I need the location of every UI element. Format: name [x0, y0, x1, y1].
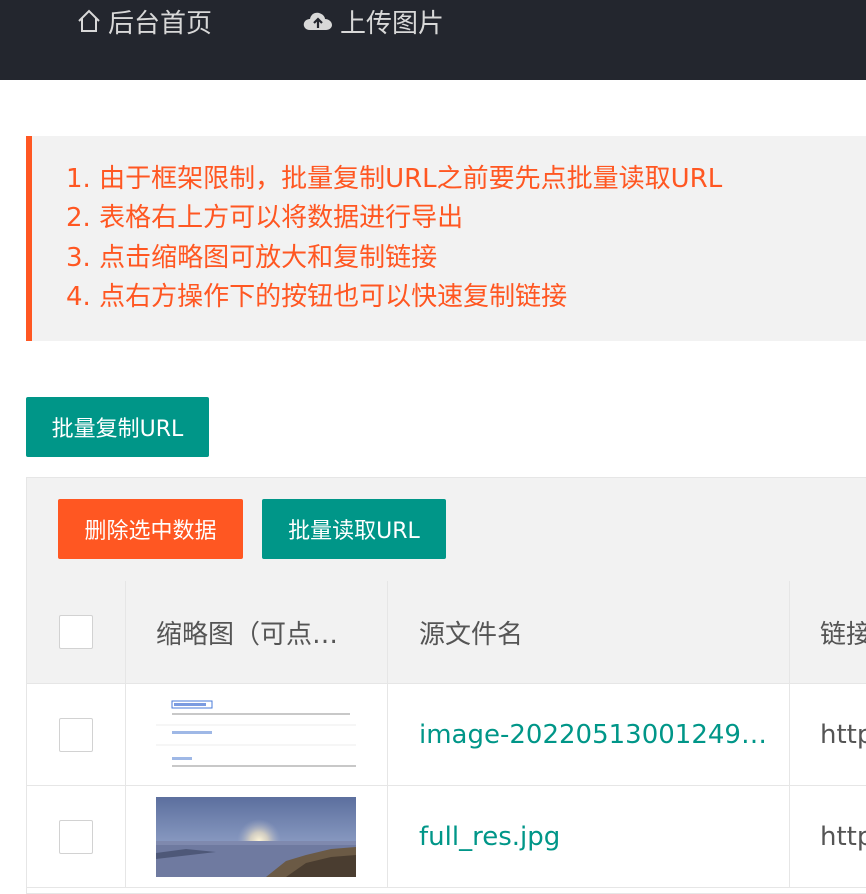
batch-copy-url-button[interactable]: 批量复制URL: [26, 397, 209, 457]
top-navbar: 后台首页 上传图片: [0, 0, 866, 80]
table-row: image-20220513001249… http: [27, 684, 866, 786]
nav-home[interactable]: 后台首页: [76, 0, 212, 42]
delete-selected-button[interactable]: 删除选中数据: [58, 499, 243, 559]
row-checkbox[interactable]: [59, 717, 93, 752]
thumbnail-image[interactable]: [156, 796, 356, 877]
notice-line-2: 2. 表格右上方可以将数据进行导出: [66, 203, 464, 233]
file-url: http: [820, 821, 866, 852]
home-icon: [76, 8, 102, 34]
notice-line-4: 4. 点右方操作下的按钮也可以快速复制链接: [66, 282, 568, 312]
header-thumbnail: 缩略图（可点…: [126, 581, 388, 683]
select-all-checkbox[interactable]: [59, 615, 93, 649]
header-check-cell: [27, 581, 126, 683]
column-header-link: 链接: [820, 619, 866, 650]
row-check-cell: [27, 684, 126, 785]
link-cell: http: [790, 786, 866, 887]
table-header: 缩略图（可点… 源文件名 链接: [27, 581, 866, 684]
row-checkbox[interactable]: [59, 819, 93, 854]
notice-line-1: 1. 由于框架限制，批量复制URL之前要先点批量读取URL: [66, 164, 723, 194]
image-table: 删除选中数据 批量读取URL 缩略图（可点… 源文件名 链接: [26, 477, 866, 894]
table-row: full_res.jpg http: [27, 786, 866, 888]
batch-read-url-button[interactable]: 批量读取URL: [262, 499, 446, 559]
file-name-link[interactable]: full_res.jpg: [419, 822, 560, 852]
thumbnail-cell: [126, 684, 388, 785]
notice-line-3: 3. 点击缩略图可放大和复制链接: [66, 243, 438, 273]
link-cell: http: [790, 684, 866, 785]
column-header-thumbnail: 缩略图（可点…: [156, 619, 339, 650]
thumbnail-image[interactable]: [156, 694, 356, 775]
cloud-upload-icon: [302, 8, 334, 34]
file-name-link[interactable]: image-20220513001249…: [419, 720, 767, 750]
filename-cell: image-20220513001249…: [388, 684, 790, 785]
nav-home-label: 后台首页: [108, 8, 213, 39]
filename-cell: full_res.jpg: [388, 786, 790, 887]
nav-upload-label: 上传图片: [340, 8, 445, 39]
row-check-cell: [27, 786, 126, 887]
file-url: http: [820, 719, 866, 750]
nav-upload[interactable]: 上传图片: [302, 0, 444, 42]
column-header-filename: 源文件名: [419, 619, 524, 650]
thumbnail-cell: [126, 786, 388, 887]
header-link: 链接: [790, 581, 866, 683]
notice-box: 1. 由于框架限制，批量复制URL之前要先点批量读取URL 2. 表格右上方可以…: [26, 136, 866, 341]
table-toolbar: 删除选中数据 批量读取URL: [27, 478, 866, 582]
header-filename: 源文件名: [388, 581, 790, 683]
